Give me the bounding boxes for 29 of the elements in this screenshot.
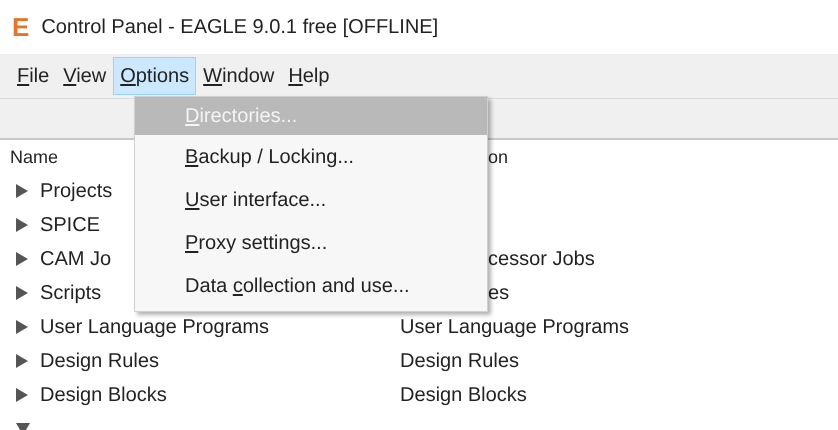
app-logo: E bbox=[12, 10, 30, 44]
description-text: Design Blocks bbox=[400, 383, 527, 408]
expand-arrow-icon[interactable] bbox=[16, 218, 28, 232]
menu-item[interactable]: View bbox=[56, 57, 114, 95]
tree-item-label[interactable]: Design Rules bbox=[40, 346, 159, 376]
menu-item[interactable]: Options bbox=[113, 57, 196, 95]
tree-item-label[interactable]: SPICE bbox=[40, 210, 100, 240]
description-text: Design Rules bbox=[400, 349, 519, 374]
expand-arrow-icon[interactable] bbox=[16, 388, 28, 402]
expand-arrow-icon[interactable] bbox=[16, 184, 28, 198]
tree-item-label[interactable]: Projects bbox=[40, 176, 112, 206]
description-text: User Language Programs bbox=[400, 315, 630, 340]
expand-arrow-icon[interactable] bbox=[16, 354, 28, 368]
menu-item[interactable]: File bbox=[10, 57, 56, 95]
menu-option[interactable]: Data collection and use... bbox=[135, 264, 487, 307]
tree-item-label[interactable]: CAM Jo bbox=[40, 244, 112, 274]
description-text: cessor Jobs bbox=[487, 247, 595, 272]
window-title: Control Panel - EAGLE 9.0.1 free [OFFLINE] bbox=[41, 15, 438, 40]
tree-item-label[interactable]: Scripts bbox=[40, 278, 102, 308]
expand-arrow-icon[interactable] bbox=[16, 252, 28, 266]
menu-option[interactable]: Backup / Locking... bbox=[135, 135, 487, 178]
menu-item[interactable]: Window bbox=[196, 57, 282, 95]
expand-arrow-icon[interactable] bbox=[16, 286, 28, 300]
expand-arrow-icon[interactable] bbox=[16, 320, 28, 334]
tree-item-label[interactable]: Design Blocks bbox=[40, 380, 167, 410]
tree-item-label[interactable]: User Language Programs bbox=[40, 312, 270, 342]
menu-item[interactable]: Help bbox=[281, 57, 336, 95]
menu-option[interactable]: User interface... bbox=[135, 178, 487, 221]
menu-option[interactable]: Proxy settings... bbox=[135, 221, 487, 264]
